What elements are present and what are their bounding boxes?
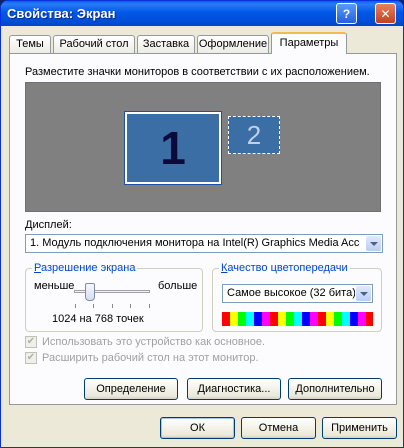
- color-spectrum-preview: [222, 312, 373, 326]
- tab-appearance[interactable]: Оформление: [197, 35, 269, 53]
- monitor-2-icon[interactable]: 2: [228, 116, 280, 154]
- troubleshoot-button[interactable]: Диагностика...: [187, 378, 281, 400]
- display-properties-window: Свойства: Экран ? ✕ Темы Рабочий стол За…: [0, 0, 404, 448]
- monitor-1-icon[interactable]: 1: [124, 111, 222, 185]
- slider-tick: [93, 304, 94, 308]
- slider-tick: [149, 304, 150, 308]
- help-button[interactable]: ?: [336, 3, 357, 24]
- extend-desktop-label: Расширить рабочий стол на этот монитор.: [42, 352, 259, 364]
- apply-button[interactable]: Применить: [322, 417, 397, 439]
- resolution-more-label: больше: [158, 280, 198, 292]
- tab-themes[interactable]: Темы: [9, 35, 51, 53]
- primary-device-label: Использовать это устройство как основное…: [42, 336, 266, 348]
- title-bar[interactable]: Свойства: Экран ? ✕: [1, 1, 403, 26]
- resolution-group: Разрешение экрана меньше больше 1024 на …: [25, 262, 203, 332]
- identify-button[interactable]: Определение: [84, 378, 178, 400]
- help-icon: ?: [342, 6, 351, 21]
- slider-tick: [75, 304, 76, 308]
- ok-button[interactable]: ОК: [160, 417, 235, 439]
- color-quality-group-title: Качество цветопередачи: [219, 262, 350, 274]
- display-dropdown-button[interactable]: [366, 236, 381, 251]
- slider-tick: [130, 304, 131, 308]
- tab-settings[interactable]: Параметры: [271, 32, 347, 54]
- color-quality-select[interactable]: Самое высокое (32 бита): [222, 284, 373, 303]
- close-button[interactable]: ✕: [375, 3, 396, 24]
- instruction-text: Разместите значки мониторов в соответств…: [25, 66, 370, 78]
- close-icon: ✕: [380, 6, 391, 21]
- checkmark-icon: ✔: [25, 336, 37, 348]
- display-label: Дисплей:: [25, 219, 72, 231]
- monitor-arrangement-area[interactable]: 1 2: [25, 82, 381, 212]
- resolution-group-title: Разрешение экрана: [32, 262, 138, 274]
- color-dropdown-button[interactable]: [356, 286, 371, 301]
- resolution-less-label: меньше: [34, 280, 75, 292]
- cancel-button[interactable]: Отмена: [241, 417, 316, 439]
- color-quality-group: Качество цветопередачи Самое высокое (32…: [212, 262, 382, 332]
- tab-desktop[interactable]: Рабочий стол: [53, 35, 135, 53]
- chevron-down-icon: [359, 291, 368, 296]
- resolution-value: 1024 на 768 точек: [52, 313, 144, 325]
- slider-tick: [112, 304, 113, 308]
- chevron-down-icon: [369, 241, 378, 246]
- settings-panel: Разместите значки мониторов в соответств…: [9, 53, 397, 405]
- color-quality-value: Самое высокое (32 бита): [227, 287, 355, 299]
- tab-screensaver[interactable]: Заставка: [137, 35, 195, 53]
- resolution-slider-thumb[interactable]: [85, 283, 95, 301]
- display-select-value: 1. Модуль подключения монитора на Intel(…: [30, 237, 360, 249]
- window-title: Свойства: Экран: [7, 6, 116, 21]
- display-select[interactable]: 1. Модуль подключения монитора на Intel(…: [25, 234, 383, 253]
- checkmark-icon: ✔: [25, 352, 37, 364]
- advanced-button[interactable]: Дополнительно: [288, 378, 382, 400]
